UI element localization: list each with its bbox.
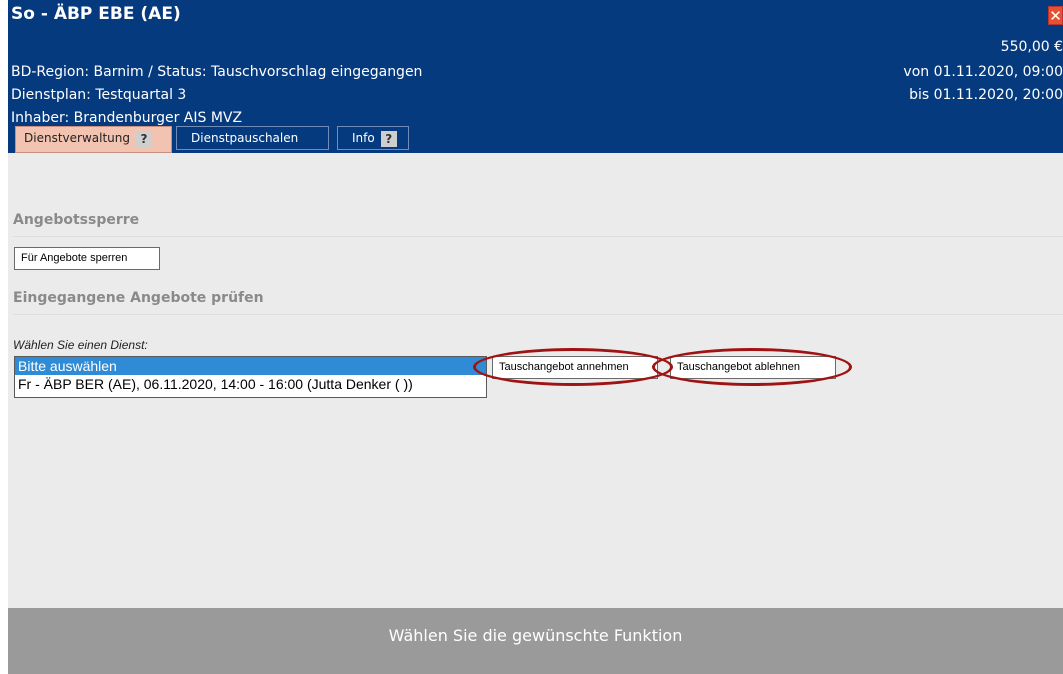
- dienst-listbox[interactable]: Bitte auswählen Fr - ÄBP BER (AE), 06.11…: [14, 356, 487, 398]
- listbox-option[interactable]: Fr - ÄBP BER (AE), 06.11.2020, 14:00 - 1…: [15, 375, 486, 393]
- dienstplan-text: Dienstplan: Testquartal 3: [11, 87, 187, 103]
- tab-label: Dienstverwaltung: [24, 131, 130, 145]
- highlight-oval: [652, 348, 852, 386]
- tab-dienstpauschalen[interactable]: Dienstpauschalen: [176, 126, 329, 150]
- help-icon[interactable]: ?: [380, 130, 397, 147]
- end-time-text: bis 01.11.2020, 20:00: [909, 87, 1063, 103]
- section-title-angebote: Eingegangene Angebote prüfen: [13, 290, 264, 306]
- dialog-header: So - ÄBP EBE (AE) ✕ 550,00 € BD-Region: …: [8, 0, 1063, 153]
- tab-info[interactable]: Info?: [337, 126, 409, 150]
- inhaber-text: Inhaber: Brandenburger AIS MVZ: [11, 110, 243, 126]
- dialog-title: So - ÄBP EBE (AE): [11, 4, 181, 24]
- close-icon[interactable]: ✕: [1048, 6, 1063, 25]
- help-icon[interactable]: ?: [135, 130, 152, 147]
- tab-label: Dienstpauschalen: [191, 131, 299, 145]
- lock-offers-button[interactable]: Für Angebote sperren: [14, 247, 160, 270]
- dialog-window: So - ÄBP EBE (AE) ✕ 550,00 € BD-Region: …: [8, 0, 1063, 674]
- footer-bar: Wählen Sie die gewünschte Funktion: [8, 608, 1063, 674]
- section-divider: [13, 314, 1063, 315]
- section-title-angebotssperre: Angebotssperre: [13, 212, 140, 228]
- footer-text: Wählen Sie die gewünschte Funktion: [388, 626, 683, 645]
- start-time-text: von 01.11.2020, 09:00: [903, 64, 1063, 80]
- region-status-text: BD-Region: Barnim / Status: Tauschvorsch…: [11, 64, 423, 80]
- listbox-option[interactable]: Bitte auswählen: [15, 357, 486, 375]
- tab-label: Info: [352, 131, 375, 145]
- tab-dienstverwaltung[interactable]: Dienstverwaltung?: [15, 126, 172, 153]
- price-value: 550,00 €: [1000, 39, 1063, 55]
- dienst-select-label: Wählen Sie einen Dienst:: [13, 338, 148, 352]
- section-divider: [13, 236, 1063, 237]
- highlight-oval: [473, 348, 673, 386]
